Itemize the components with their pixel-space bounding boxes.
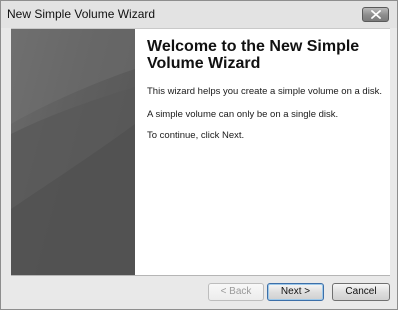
wizard-content: Welcome to the New Simple Volume Wizard … [147, 38, 385, 141]
back-button[interactable]: < Back [208, 283, 264, 301]
instruction-text: To continue, click Next. [147, 130, 245, 141]
footer-divider [11, 275, 390, 276]
info-text: A simple volume can only be on a single … [147, 109, 339, 120]
page-title: Welcome to the New Simple Volume Wizard [147, 38, 360, 72]
close-icon [371, 10, 381, 19]
title-bar[interactable]: New Simple Volume Wizard [1, 1, 397, 28]
wizard-window: New Simple Volume Wizard Welcome to the … [0, 0, 398, 310]
wizard-side-banner [11, 29, 135, 276]
cancel-button[interactable]: Cancel [332, 283, 390, 301]
window-title: New Simple Volume Wizard [7, 7, 156, 21]
close-button[interactable] [362, 7, 389, 22]
next-button[interactable]: Next > [267, 283, 324, 301]
wizard-body: Welcome to the New Simple Volume Wizard … [11, 28, 390, 276]
intro-text: This wizard helps you create a simple vo… [147, 86, 382, 97]
